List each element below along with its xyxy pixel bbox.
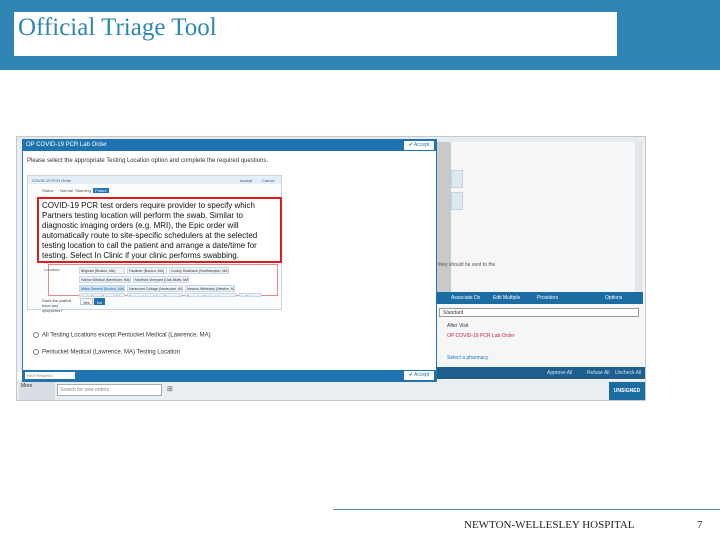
notice-line: diagnostic imaging orders (e.g. MRI), th… (42, 221, 239, 230)
unsigned-orders-button[interactable]: UNSIGNED ORDERS (609, 382, 645, 400)
notice-line: testing location to call the patient and… (42, 241, 257, 250)
radio-label: Pentucket Medical (Lawrence, MA) Testing… (42, 349, 180, 356)
location-option-highlighted[interactable]: Mass General (Boston, MA) (79, 285, 125, 292)
epic-screenshot: they should be sent to the Associate Dx … (16, 136, 646, 401)
edit-multiple-button[interactable]: Edit Multiple (493, 295, 520, 301)
more-button[interactable]: More (19, 382, 55, 400)
location-options: Location: Brigham (Boston, MA) Faulkner … (44, 264, 278, 297)
embedded-form-title: COVID-19 PCR Order (32, 178, 72, 183)
footer-hospital-name: NEWTON-WELLESLEY HOSPITAL (464, 519, 635, 531)
location-option[interactable]: Pentucket Medical (Lawrence, MA) (185, 293, 237, 297)
location-option[interactable]: Partners Urgent Care (Danvers, MA) (127, 293, 183, 297)
orders-action-bar: Approve All Refuse All Uncheck All (437, 367, 645, 379)
location-option[interactable]: Brigham (Boston, MA) (79, 267, 125, 274)
answer-yes-button[interactable]: Yes (80, 298, 93, 305)
slide-header-band: Official Triage Tool (0, 0, 720, 70)
bg-field (451, 170, 463, 188)
accept-button[interactable]: ✔ Accept (404, 141, 434, 150)
next-required-button[interactable]: Next Required (25, 372, 75, 379)
accept-button-bottom[interactable]: ✔ Accept (404, 371, 434, 380)
dialog-title: OP COVID-19 PCR Lab Order (26, 142, 107, 148)
location-option[interactable]: Harbor Medical (Needham, MA) (79, 276, 131, 283)
status-label: Status: (42, 188, 55, 193)
tab-normal[interactable]: Normal (60, 188, 73, 193)
notice-line: testing. Select In Clinic if your clinic… (42, 251, 239, 260)
location-option[interactable]: Nantucket Cottage (Nantucket, MA) (127, 285, 183, 292)
dialog-instruction: Please select the appropriate Testing Lo… (27, 158, 269, 164)
inner-cancel-button[interactable]: Cancel (262, 178, 274, 183)
footer-divider (333, 509, 720, 510)
order-class-select[interactable]: Standard (439, 308, 639, 317)
embedded-order-form: COVID-19 PCR Order Accept Cancel Status:… (27, 175, 282, 313)
location-option[interactable]: Faulkner (Boston, MA) (127, 267, 167, 274)
radio-icon[interactable] (33, 332, 39, 338)
radio-label: All Testing Locations except Pentucket M… (42, 332, 211, 339)
options-button[interactable]: Options (605, 295, 622, 301)
inner-accept-button[interactable]: Accept (240, 178, 252, 183)
order-status-tabs: Status: Normal Standing Future (42, 188, 109, 193)
symptoms-question: Does the patient have any symptoms? (42, 298, 72, 313)
radio-option-all-locations[interactable]: All Testing Locations except Pentucket M… (33, 332, 211, 339)
side-text: they should be sent to the (438, 262, 496, 268)
location-option[interactable]: North Shore (Salem, MA) (79, 293, 125, 297)
search-icon[interactable]: ⊞ (167, 385, 173, 393)
app-divider (437, 142, 451, 292)
covid-order-dialog: OP COVID-19 PCR Lab Order ✔ Accept Pleas… (22, 139, 437, 382)
answer-no-button[interactable]: No (94, 298, 106, 305)
notice-line: Partners testing location will perform t… (42, 211, 243, 220)
pending-order-item[interactable]: OP COVID-19 PCR Lab Order (447, 333, 514, 339)
notice-line: automatically route to site-specific sch… (42, 231, 258, 240)
location-option[interactable]: Martha's Vineyard (Oak Bluffs, MA) (133, 276, 189, 283)
approve-all-button[interactable]: Approve All (547, 370, 572, 376)
radio-option-pentucket[interactable]: Pentucket Medical (Lawrence, MA) Testing… (33, 349, 180, 356)
bg-field (451, 192, 463, 210)
radio-icon[interactable] (33, 349, 39, 355)
location-option[interactable]: Cooley Dickinson (Northampton, MA) (169, 267, 229, 274)
accept-label: Accept (414, 142, 430, 148)
title-box: Official Triage Tool (14, 12, 617, 56)
embedded-form-header: COVID-19 PCR Order Accept Cancel (28, 176, 281, 184)
accept-label: Accept (414, 372, 430, 378)
providers-button[interactable]: Providers (537, 295, 558, 301)
refuse-all-button[interactable]: Refuse All (587, 370, 610, 376)
scrollbar[interactable] (635, 142, 643, 292)
tab-standing[interactable]: Standing (75, 188, 91, 193)
location-option[interactable]: Newton-Wellesley (Newton, MA) (185, 285, 235, 292)
uncheck-all-button[interactable]: Uncheck All (615, 370, 641, 376)
order-search-input[interactable]: Search for new orders (57, 384, 162, 396)
select-pharmacy-link[interactable]: Select a pharmacy (447, 355, 488, 361)
location-option[interactable]: In Clinic (239, 293, 261, 297)
dialog-bottombar: Next Required (23, 370, 436, 381)
location-label: Location: (44, 267, 61, 272)
slide-title: Official Triage Tool (18, 14, 217, 41)
tab-future[interactable]: Future (93, 188, 109, 193)
after-visit-label: After Visit (447, 323, 469, 329)
page-number: 7 (697, 519, 703, 531)
orders-toolbar: Associate Dx Edit Multiple Providers Opt… (437, 292, 643, 304)
pcr-notice-box: COVID-19 PCR test orders require provide… (37, 197, 282, 263)
notice-line: COVID-19 PCR test orders require provide… (42, 201, 255, 210)
dialog-titlebar: OP COVID-19 PCR Lab Order ✔ Accept (23, 140, 436, 151)
associate-dx-button[interactable]: Associate Dx (451, 295, 480, 301)
